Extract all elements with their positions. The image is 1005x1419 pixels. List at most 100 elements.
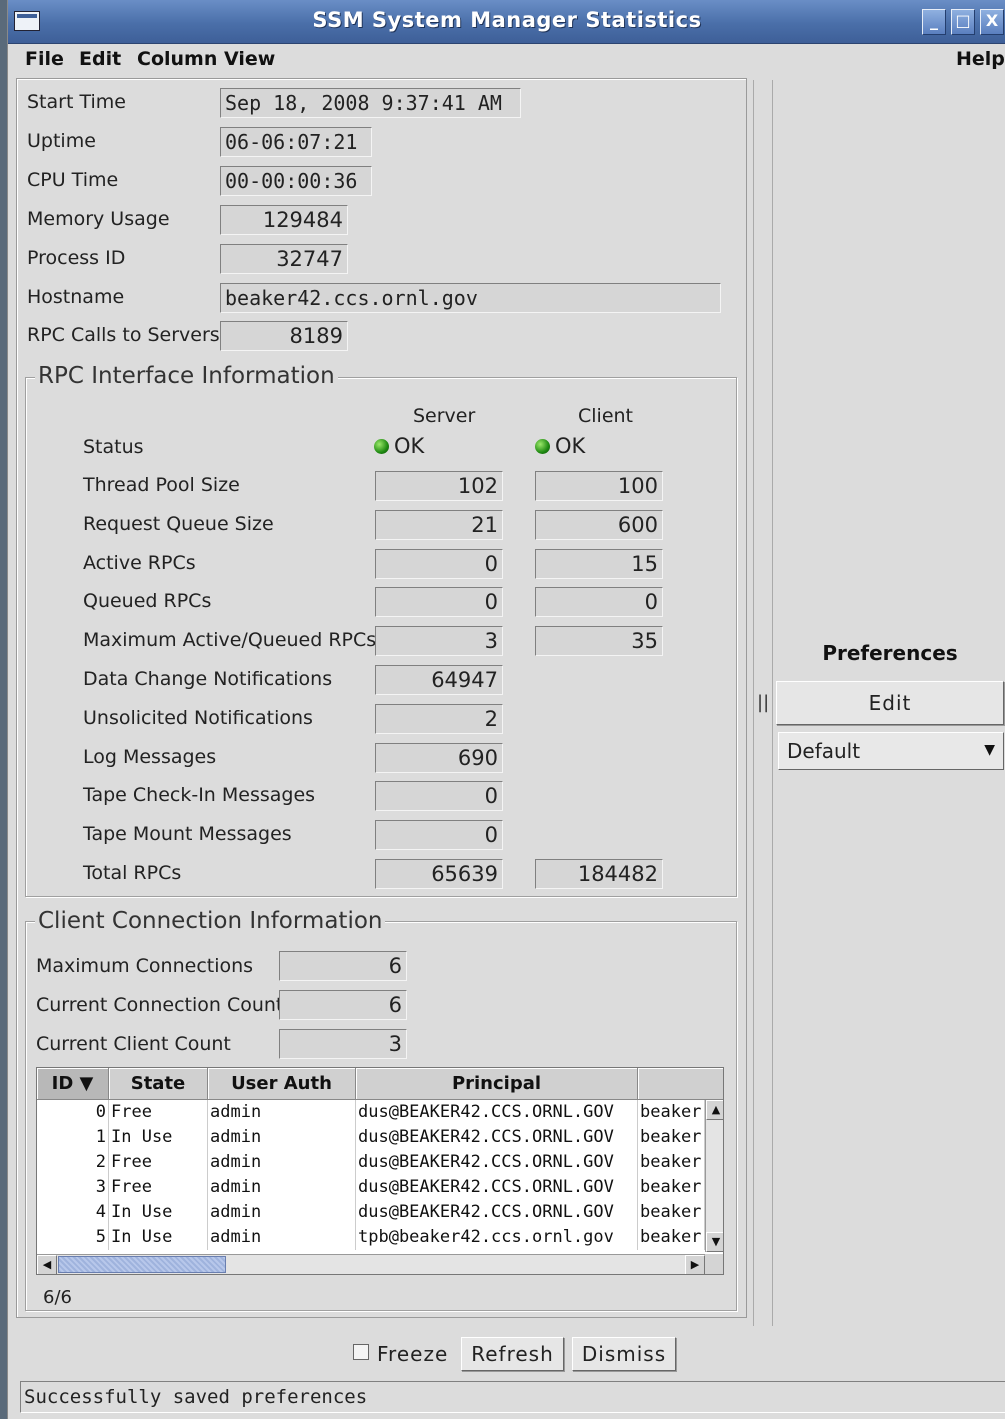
scroll-right-icon[interactable]: ▶ (685, 1255, 705, 1274)
rpc-row-label: Maximum Active/Queued RPCs (83, 629, 377, 652)
start-time-label: Start Time (27, 91, 126, 113)
cell-principal: tpb@beaker42.ccs.ornl.gov (356, 1225, 638, 1250)
current-clients-field: 3 (279, 1029, 407, 1059)
rpc-calls-field: 8189 (220, 321, 348, 351)
client-connection-title: Client Connection Information (35, 908, 386, 934)
window-title: SSM System Manager Statistics (312, 8, 702, 32)
server-value-field: 0 (375, 820, 503, 851)
uptime-field: 06-06:07:21 (220, 127, 372, 157)
rpc-calls-label: RPC Calls to Servers (27, 324, 220, 346)
cell-user-auth: admin (208, 1100, 356, 1125)
close-button[interactable]: X (980, 9, 1004, 35)
menu-column-view[interactable]: Column View (137, 48, 275, 70)
table-row[interactable]: 5 In Use admin tpb@beaker42.ccs.ornl.gov bea… (37, 1225, 705, 1250)
cell-user-auth: admin (208, 1225, 356, 1250)
cell-principal: dus@BEAKER42.CCS.ORNL.GOV (356, 1125, 638, 1150)
scroll-left-icon[interactable]: ◀ (37, 1255, 57, 1274)
client-status-text: OK (555, 434, 586, 458)
freeze-checkbox[interactable] (353, 1344, 369, 1360)
cell-host: beaker (638, 1200, 705, 1225)
cell-user-auth: admin (208, 1175, 356, 1200)
panel-splitter[interactable]: || (753, 80, 773, 1326)
cell-id: 3 (37, 1175, 109, 1200)
client-value-field: 15 (535, 548, 663, 579)
horizontal-scrollbar[interactable]: ◀ ▶ (37, 1254, 705, 1274)
menu-bar: File Edit Column View Help (8, 44, 1005, 76)
client-value-field: 100 (535, 471, 663, 501)
server-value-field: 0 (375, 781, 503, 812)
cell-id: 1 (37, 1125, 109, 1150)
max-connections-label: Maximum Connections (36, 955, 254, 977)
column-header-id[interactable]: ID ▼ (37, 1068, 109, 1100)
preferences-selected-value: Default (787, 739, 861, 763)
table-row[interactable]: 1 In Use admin dus@BEAKER42.CCS.ORNL.GOV bea… (37, 1125, 705, 1150)
table-row[interactable]: 3 Free admin dus@BEAKER42.CCS.ORNL.GOV beake… (37, 1175, 705, 1200)
cell-host: beaker (638, 1125, 705, 1150)
rpc-row-label: Tape Mount Messages (83, 823, 292, 846)
horizontal-scroll-thumb[interactable] (58, 1256, 226, 1273)
dismiss-button[interactable]: Dismiss (572, 1337, 676, 1371)
max-connections-field: 6 (279, 951, 407, 981)
table-row[interactable]: 4 In Use admin dus@BEAKER42.CCS.ORNL.GOV bea… (37, 1200, 705, 1225)
client-value-field: 184482 (535, 859, 663, 889)
rpc-row-label: Unsolicited Notifications (83, 706, 313, 729)
cell-id: 2 (37, 1150, 109, 1175)
connections-table[interactable]: ID ▼ State User Auth Principal 0 Free admi… (36, 1067, 724, 1275)
client-value-field: 0 (535, 587, 663, 618)
cell-state: Free (109, 1100, 208, 1125)
cell-state: In Use (109, 1200, 208, 1225)
server-value-field: 0 (375, 587, 503, 618)
column-header-user-auth[interactable]: User Auth (208, 1068, 356, 1100)
cell-user-auth: admin (208, 1150, 356, 1175)
status-ok-icon (374, 439, 389, 454)
cell-id: 5 (37, 1225, 109, 1250)
server-status-text: OK (394, 434, 425, 458)
ssm-statistics-window: SSM System Manager Statistics _ □ X File… (7, 0, 1005, 1419)
status-bar: Successfully saved preferences (20, 1381, 1005, 1413)
refresh-button[interactable]: Refresh (461, 1337, 564, 1371)
chevron-down-icon: ▼ (984, 742, 995, 758)
cell-user-auth: admin (208, 1125, 356, 1150)
uptime-label: Uptime (27, 130, 96, 152)
preferences-select[interactable]: Default ▼ (778, 732, 1004, 770)
scroll-up-icon[interactable]: ▲ (706, 1100, 723, 1120)
menu-file[interactable]: File (25, 48, 64, 70)
cell-state: Free (109, 1175, 208, 1200)
table-row[interactable]: 2 Free admin dus@BEAKER42.CCS.ORNL.GOV beake… (37, 1150, 705, 1175)
cell-user-auth: admin (208, 1200, 356, 1225)
current-connections-label: Current Connection Count (36, 994, 284, 1016)
menu-help[interactable]: Help (956, 48, 1005, 70)
column-header-state[interactable]: State (109, 1068, 208, 1100)
memory-usage-field: 129484 (220, 205, 348, 235)
cell-principal: dus@BEAKER42.CCS.ORNL.GOV (356, 1200, 638, 1225)
cell-principal: dus@BEAKER42.CCS.ORNL.GOV (356, 1175, 638, 1200)
client-column-header: Client (578, 405, 634, 427)
minimize-button[interactable]: _ (922, 9, 946, 35)
rpc-row-label: Thread Pool Size (83, 474, 240, 496)
column-header-principal[interactable]: Principal (356, 1068, 638, 1100)
server-value-field: 21 (375, 509, 503, 540)
cell-state: Free (109, 1150, 208, 1175)
title-bar[interactable]: SSM System Manager Statistics _ □ X (8, 0, 1005, 44)
hostname-label: Hostname (27, 286, 125, 308)
column-header-host[interactable] (638, 1068, 723, 1100)
cell-principal: dus@BEAKER42.CCS.ORNL.GOV (356, 1100, 638, 1125)
vertical-scrollbar[interactable]: ▲ ▼ (705, 1100, 723, 1252)
rpc-row-label: Tape Check-In Messages (83, 784, 316, 807)
status-ok-icon (535, 439, 550, 454)
cell-host: beaker (638, 1150, 705, 1175)
server-value-field: 2 (375, 703, 503, 734)
scroll-down-icon[interactable]: ▼ (706, 1232, 723, 1252)
hostname-field: beaker42.ccs.ornl.gov (220, 283, 721, 313)
freeze-label: Freeze (377, 1342, 449, 1366)
cell-host: beaker (638, 1225, 705, 1250)
cell-principal: dus@BEAKER42.CCS.ORNL.GOV (356, 1150, 638, 1175)
rpc-row-label: Data Change Notifications (83, 668, 333, 690)
maximize-button[interactable]: □ (951, 9, 975, 35)
row-count: 6/6 (43, 1287, 72, 1308)
table-row[interactable]: 0 Free admin dus@BEAKER42.CCS.ORNL.GOV beake… (37, 1100, 705, 1125)
rpc-row-label: Queued RPCs (83, 590, 212, 613)
preferences-edit-button[interactable]: Edit (776, 681, 1004, 725)
menu-edit[interactable]: Edit (79, 48, 121, 70)
client-status: OK (535, 434, 585, 458)
